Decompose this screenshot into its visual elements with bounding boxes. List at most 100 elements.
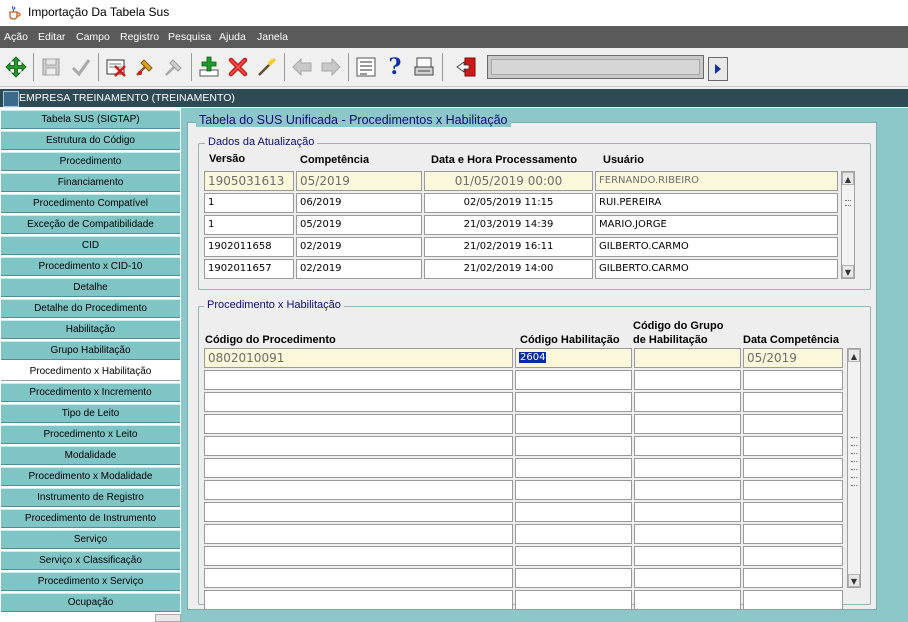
proc-cell-data-competencia[interactable] (743, 502, 843, 522)
proc-cell-data-competencia[interactable] (743, 568, 843, 588)
accept-icon[interactable] (68, 54, 94, 80)
proc-cell-codigo-habilitacao[interactable] (515, 414, 632, 434)
dados-cell-usuario[interactable]: GILBERTO.CARMO (595, 259, 838, 279)
delete-record-icon[interactable] (225, 54, 251, 80)
proc-cell-data-competencia[interactable] (743, 370, 843, 390)
proc-cell-codigo-habilitacao[interactable] (515, 546, 632, 566)
print-icon[interactable] (103, 54, 129, 80)
navigate-next-icon[interactable] (708, 57, 728, 81)
proc-cell-codigo-procedimento[interactable] (204, 458, 513, 478)
dados-cell-versao[interactable]: 1 (204, 215, 294, 235)
sidebar-item-tipo-leito[interactable]: Tipo de Leito (1, 404, 180, 423)
proc-cell-data-competencia[interactable] (743, 590, 843, 610)
sidebar-item-habilitacao[interactable]: Habilitação (1, 320, 180, 339)
proc-cell-codigo-habilitacao[interactable] (515, 480, 632, 500)
sidebar-item-ocupacao[interactable]: Ocupação (1, 593, 180, 612)
sidebar-item-grupo-habilitacao[interactable]: Grupo Habilitação (1, 341, 180, 360)
proc-cell-codigo-habilitacao[interactable] (515, 524, 632, 544)
proc-cell-data-competencia[interactable] (743, 436, 843, 456)
proc-cell-codigo-habilitacao[interactable] (515, 590, 632, 610)
scroll-up-icon[interactable]: ▲ (848, 349, 860, 362)
menu-ajuda[interactable]: Ajuda (219, 31, 246, 43)
proc-cell-grupo[interactable] (634, 568, 741, 588)
proc-cell-data-competencia[interactable] (743, 392, 843, 412)
sidebar-item-excecao-compatibilidade[interactable]: Exceção de Compatibilidade (1, 215, 180, 234)
proc-cell-codigo-procedimento[interactable] (204, 414, 513, 434)
sidebar-item-detalhe-procedimento[interactable]: Detalhe do Procedimento (1, 299, 180, 318)
menu-acao[interactable]: Ação (4, 31, 28, 43)
dados-cell-competencia[interactable]: 05/2019 (296, 215, 422, 235)
sidebar-item-detalhe[interactable]: Detalhe (1, 278, 180, 297)
proc-cell-data-competencia[interactable] (743, 414, 843, 434)
proc-cell-grupo[interactable] (634, 524, 741, 544)
proc-cell-grupo[interactable] (634, 480, 741, 500)
proc-cell-grupo[interactable] (634, 370, 741, 390)
dados-cell-competencia[interactable]: 05/2019 (296, 171, 422, 191)
sidebar-item-procedimento[interactable]: Procedimento (1, 152, 180, 171)
proc-cell-data-competencia[interactable] (743, 458, 843, 478)
print-preview-icon[interactable] (411, 54, 437, 80)
proc-cell-codigo-habilitacao[interactable] (515, 502, 632, 522)
sidebar-item-cid[interactable]: CID (1, 236, 180, 255)
proc-cell-codigo-procedimento[interactable]: 0802010091 (204, 348, 513, 368)
sidebar-item-instrumento-registro[interactable]: Instrumento de Registro (1, 488, 180, 507)
proc-cell-codigo-procedimento[interactable] (204, 546, 513, 566)
proc-cell-codigo-procedimento[interactable] (204, 436, 513, 456)
proc-cell-grupo[interactable] (634, 590, 741, 610)
menu-janela[interactable]: Janela (257, 31, 288, 43)
proc-cell-codigo-habilitacao[interactable] (515, 458, 632, 478)
dados-cell-data-hora[interactable]: 21/02/2019 14:00 (424, 259, 593, 279)
dados-cell-versao[interactable]: 1902011658 (204, 237, 294, 257)
dados-cell-data-hora[interactable]: 01/05/2019 00:00 (424, 171, 593, 191)
proc-scrollbar[interactable]: ▲ ▼ (847, 348, 861, 588)
sidebar-item-procedimento-cid10[interactable]: Procedimento x CID-10 (1, 257, 180, 276)
proc-cell-data-competencia[interactable] (743, 546, 843, 566)
sidebar-item-procedimento-leito[interactable]: Procedimento x Leito (1, 425, 180, 444)
proc-cell-grupo[interactable] (634, 436, 741, 456)
scroll-up-icon[interactable]: ▲ (842, 172, 854, 185)
proc-cell-grupo[interactable] (634, 348, 741, 368)
proc-cell-codigo-habilitacao[interactable] (515, 436, 632, 456)
list-icon[interactable] (353, 54, 379, 80)
proc-cell-codigo-procedimento[interactable] (204, 370, 513, 390)
proc-cell-codigo-habilitacao[interactable] (515, 370, 632, 390)
sidebar-item-servico-classificacao[interactable]: Serviço x Classificação (1, 551, 180, 570)
proc-cell-codigo-procedimento[interactable] (204, 590, 513, 610)
sidebar-item-estrutura-codigo[interactable]: Estrutura do Código (1, 131, 180, 150)
menu-pesquisa[interactable]: Pesquisa (168, 31, 211, 43)
dados-cell-competencia[interactable]: 02/2019 (296, 259, 422, 279)
proc-cell-codigo-habilitacao[interactable]: 2604 (515, 348, 632, 368)
proc-cell-codigo-procedimento[interactable] (204, 392, 513, 412)
proc-cell-data-competencia[interactable] (743, 524, 843, 544)
menu-registro[interactable]: Registro (120, 31, 159, 43)
sidebar-item-tabela-sus[interactable]: Tabela SUS (SIGTAP) (1, 110, 180, 129)
previous-icon[interactable] (289, 54, 315, 80)
proc-cell-data-competencia[interactable]: 05/2019 (743, 348, 843, 368)
duplicate-icon[interactable] (254, 54, 280, 80)
menu-campo[interactable]: Campo (76, 31, 110, 43)
dados-scrollbar[interactable]: ▲ ▼ (841, 171, 855, 279)
help-icon[interactable]: ? (382, 54, 408, 80)
sidebar-item-servico[interactable]: Serviço (1, 530, 180, 549)
dados-cell-competencia[interactable]: 02/2019 (296, 237, 422, 257)
dados-cell-versao[interactable]: 1905031613 (204, 171, 294, 191)
dados-cell-data-hora[interactable]: 21/03/2019 14:39 (424, 215, 593, 235)
enter-query-icon[interactable] (3, 54, 29, 80)
exit-icon[interactable] (454, 54, 480, 80)
next-icon[interactable] (318, 54, 344, 80)
dados-cell-usuario[interactable]: FERNANDO.RIBEIRO (595, 171, 838, 191)
proc-cell-grupo[interactable] (634, 502, 741, 522)
sidebar-item-procedimento-modalidade[interactable]: Procedimento x Modalidade (1, 467, 180, 486)
dados-cell-usuario[interactable]: GILBERTO.CARMO (595, 237, 838, 257)
proc-cell-codigo-habilitacao[interactable] (515, 392, 632, 412)
insert-record-icon[interactable] (196, 54, 222, 80)
dados-cell-versao[interactable]: 1902011657 (204, 259, 294, 279)
proc-cell-grupo[interactable] (634, 392, 741, 412)
dados-cell-usuario[interactable]: RUI.PEREIRA (595, 193, 838, 213)
menu-editar[interactable]: Editar (38, 31, 65, 43)
scroll-down-icon[interactable]: ▼ (848, 574, 860, 587)
proc-cell-codigo-procedimento[interactable] (204, 480, 513, 500)
dados-cell-usuario[interactable]: MARIO.JORGE (595, 215, 838, 235)
save-icon[interactable] (38, 54, 64, 80)
sidebar-item-financiamento[interactable]: Financiamento (1, 173, 180, 192)
